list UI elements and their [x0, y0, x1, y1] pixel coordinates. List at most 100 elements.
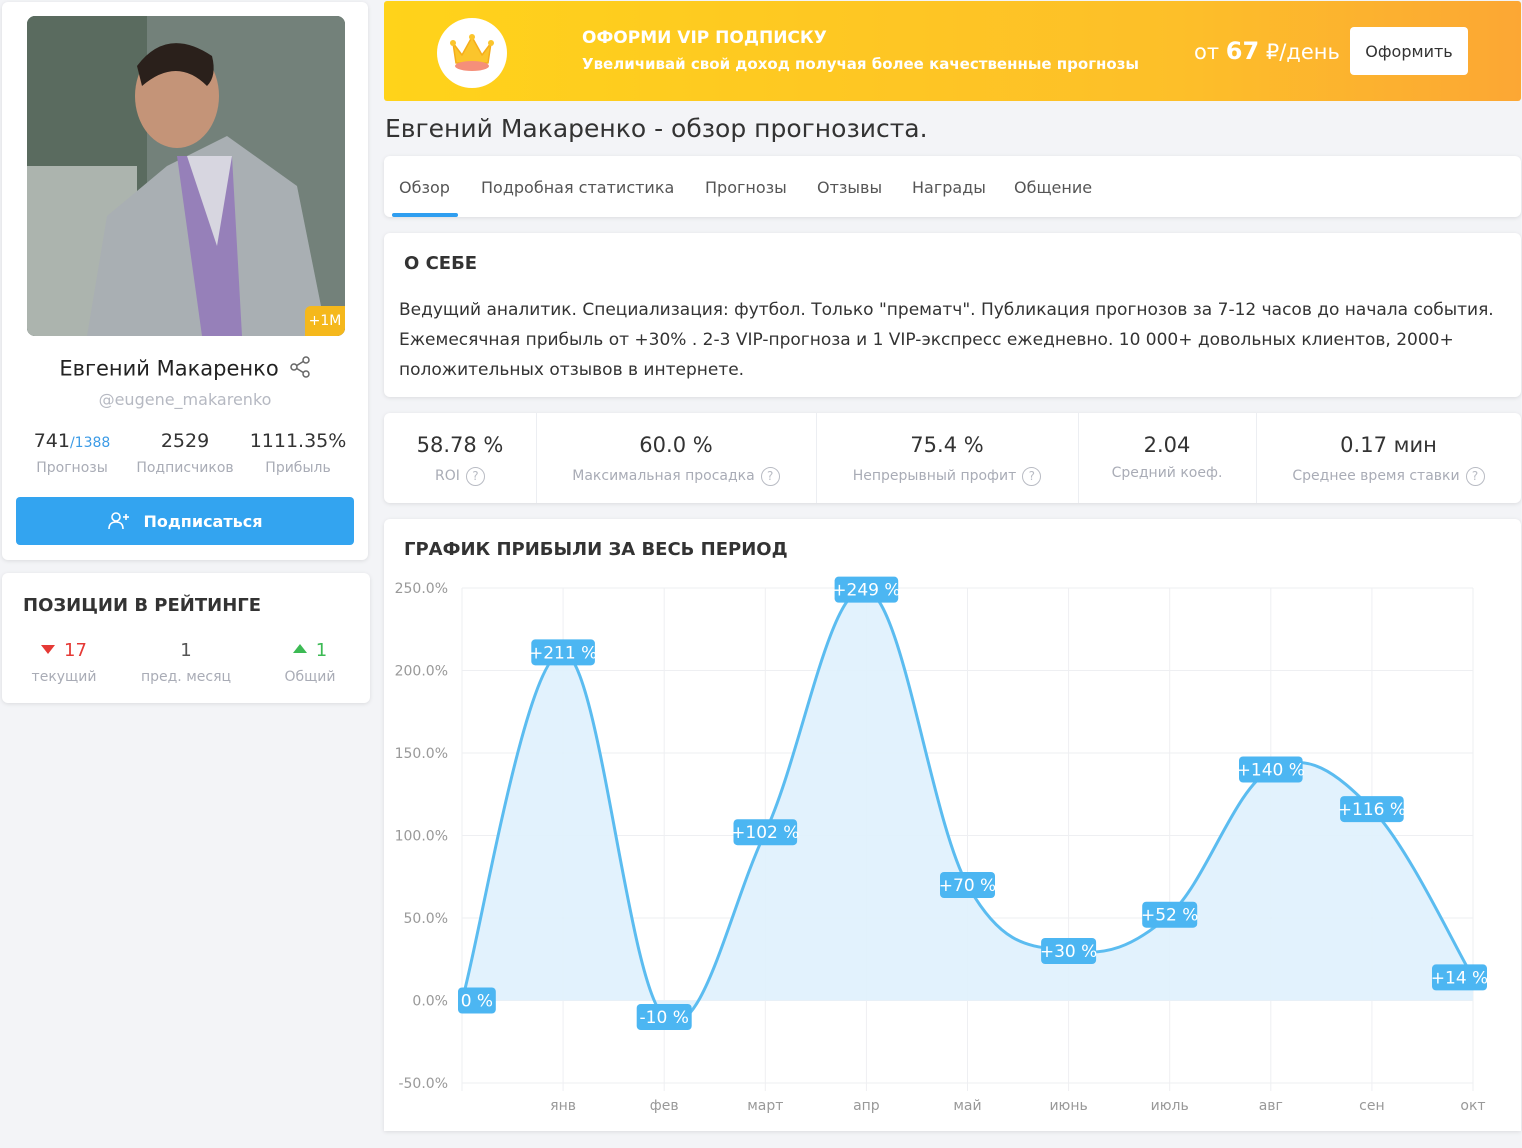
tab-forecasts[interactable]: Прогнозы: [705, 178, 787, 197]
profit-chart: 250.0% 200.0% 150.0% 100.0% 50.0% 0.0% -50.0% я…: [395, 576, 1488, 1114]
help-icon[interactable]: ?: [760, 467, 780, 486]
add-user-icon: [107, 512, 129, 530]
about-title: О СЕБЕ: [404, 253, 478, 274]
share-icon[interactable]: [289, 356, 311, 383]
profit-value: 1111.35%: [249, 430, 347, 452]
profile-name: Евгений Макаренко: [59, 356, 279, 381]
tabs-bar: Обзор Подробная статистика Прогнозы Отзы…: [384, 156, 1521, 217]
arrow-up-icon: [292, 644, 307, 653]
profile-name-row: Евгений Макаренко: [2, 356, 368, 383]
stat-continuous-profit-value: 75.4 %: [910, 433, 984, 457]
y-tick-label: 50.0%: [404, 911, 448, 927]
forecasts-label: Прогнозы: [36, 460, 108, 476]
data-point-label: +102 %: [731, 823, 799, 843]
x-tick-label: июнь: [1049, 1098, 1087, 1114]
y-tick-label: 150.0%: [395, 746, 448, 762]
rating-card: ПОЗИЦИИ В РЕЙТИНГЕ 17 текущий 1 пред. ме…: [2, 573, 370, 703]
stat-max-drawdown: 60.0 % Максимальная просадка?: [536, 413, 816, 503]
stat-average-odds-label: Средний коеф.: [1111, 465, 1223, 481]
stat-roi-label: ROI: [435, 468, 460, 484]
x-tick-label: авг: [1259, 1098, 1283, 1114]
avatar-image: [27, 16, 345, 336]
subscribe-button[interactable]: Подписаться: [16, 497, 354, 545]
avatar[interactable]: +1M: [27, 16, 345, 336]
rating-overall-value: 1: [315, 640, 328, 661]
y-tick-label: -50.0%: [398, 1076, 448, 1092]
y-tick-label: 0.0%: [412, 994, 448, 1010]
vip-price-suffix: ₽/день: [1265, 40, 1340, 64]
profile-handle: @eugene_makarenko: [98, 390, 272, 409]
stat-subscribers[interactable]: 2529 Подписчиков: [132, 430, 238, 476]
chart-card: ГРАФИК ПРИБЫЛИ ЗА ВЕСЬ ПЕРИОД 250.0% 200.…: [384, 519, 1521, 1131]
data-point-label: +70 %: [939, 876, 996, 896]
rating-overall-label: Общий: [284, 669, 336, 685]
help-icon[interactable]: ?: [465, 467, 485, 486]
rating-current-value: 17: [64, 640, 87, 661]
stat-average-bet-time-value: 0.17 мин: [1340, 433, 1437, 457]
stat-average-odds: 2.04 Средний коеф.: [1078, 413, 1256, 503]
stat-max-drawdown-label: Максимальная просадка: [572, 468, 755, 484]
stat-continuous-profit-label: Непрерывный профит: [852, 468, 1017, 484]
tab-reviews[interactable]: Отзывы: [817, 178, 882, 197]
data-point-label: 0 %: [461, 992, 493, 1012]
rating-prev: 1 пред. месяц: [126, 640, 246, 685]
stat-max-drawdown-value: 60.0 %: [639, 433, 713, 457]
vip-price: от 67 ₽/день: [1194, 37, 1340, 65]
data-point-label: +211 %: [529, 643, 597, 663]
active-tab-indicator: [392, 213, 458, 217]
vip-price-value: 67: [1225, 37, 1260, 65]
y-tick-label: 200.0%: [395, 664, 448, 680]
about-card: О СЕБЕ Ведущий аналитик. Специализация: …: [384, 233, 1521, 397]
vip-price-prefix: от: [1194, 40, 1220, 64]
data-point-label: +116 %: [1338, 800, 1406, 820]
about-text: Ведущий аналитик. Специализация: футбол.…: [399, 300, 1494, 380]
x-tick-label: окт: [1460, 1098, 1485, 1114]
rating-current-label: текущий: [31, 669, 97, 685]
avatar-badge: +1M: [305, 306, 345, 336]
arrow-down-icon: [41, 645, 56, 654]
profit-label: Прибыль: [265, 460, 331, 476]
x-tick-label: июль: [1151, 1098, 1189, 1114]
y-tick-label: 250.0%: [395, 581, 448, 597]
stats-card: 58.78 % ROI? 60.0 % Максимальная просадк…: [384, 413, 1521, 503]
help-icon[interactable]: ?: [1022, 467, 1042, 486]
rating-prev-label: пред. месяц: [140, 669, 232, 685]
x-tick-label: май: [953, 1098, 981, 1114]
stat-continuous-profit: 75.4 % Непрерывный профит?: [816, 413, 1078, 503]
y-tick-label: 100.0%: [395, 829, 448, 845]
stat-average-bet-time-label: Среднее время ставки: [1292, 468, 1460, 484]
crown-icon: [437, 18, 507, 88]
x-tick-label: апр: [853, 1098, 880, 1114]
rating-title: ПОЗИЦИИ В РЕЙТИНГЕ: [23, 595, 262, 616]
stat-forecasts[interactable]: 741/1388 Прогнозы: [24, 430, 120, 476]
rating-current: 17 текущий: [4, 640, 124, 685]
data-point-label: +30 %: [1040, 942, 1097, 962]
data-point-label: +52 %: [1141, 906, 1198, 926]
data-point-label: +249 %: [832, 581, 900, 601]
x-tick-label: янв: [550, 1098, 576, 1114]
forecasts-total: /1388: [69, 435, 111, 451]
stat-average-bet-time: 0.17 мин Среднее время ставки?: [1256, 413, 1521, 503]
profile-card: +1M Евгений Макаренко @eugene_makarenko …: [2, 2, 368, 560]
subscribers-label: Подписчиков: [136, 460, 234, 476]
help-icon[interactable]: ?: [1465, 467, 1485, 486]
stat-roi-value: 58.78 %: [416, 433, 504, 457]
vip-subtitle: Увеличивай свой доход получая более каче…: [582, 55, 1139, 73]
x-tick-label: сен: [1359, 1098, 1384, 1114]
tab-detailed-stats[interactable]: Подробная статистика: [481, 178, 674, 197]
tab-overview[interactable]: Обзор: [399, 178, 450, 197]
stat-roi: 58.78 % ROI?: [384, 413, 536, 503]
stat-profit: 1111.35% Прибыль: [248, 430, 348, 476]
vip-title: ОФОРМИ VIP ПОДПИСКУ: [582, 28, 827, 48]
x-tick-label: фев: [650, 1098, 679, 1114]
tab-awards[interactable]: Награды: [912, 178, 986, 197]
x-tick-label: март: [747, 1098, 783, 1114]
vip-banner: ОФОРМИ VIP ПОДПИСКУ Увеличивай свой дохо…: [384, 1, 1521, 101]
subscribers-value: 2529: [160, 430, 210, 452]
data-point-label: +140 %: [1237, 761, 1305, 781]
rating-overall: 1 Общий: [250, 640, 370, 685]
tab-chat[interactable]: Общение: [1014, 178, 1092, 197]
page-title: Евгений Макаренко - обзор прогнозиста.: [385, 114, 928, 143]
subscribe-label: Подписаться: [143, 511, 263, 531]
vip-subscribe-button[interactable]: Оформить: [1350, 27, 1468, 75]
